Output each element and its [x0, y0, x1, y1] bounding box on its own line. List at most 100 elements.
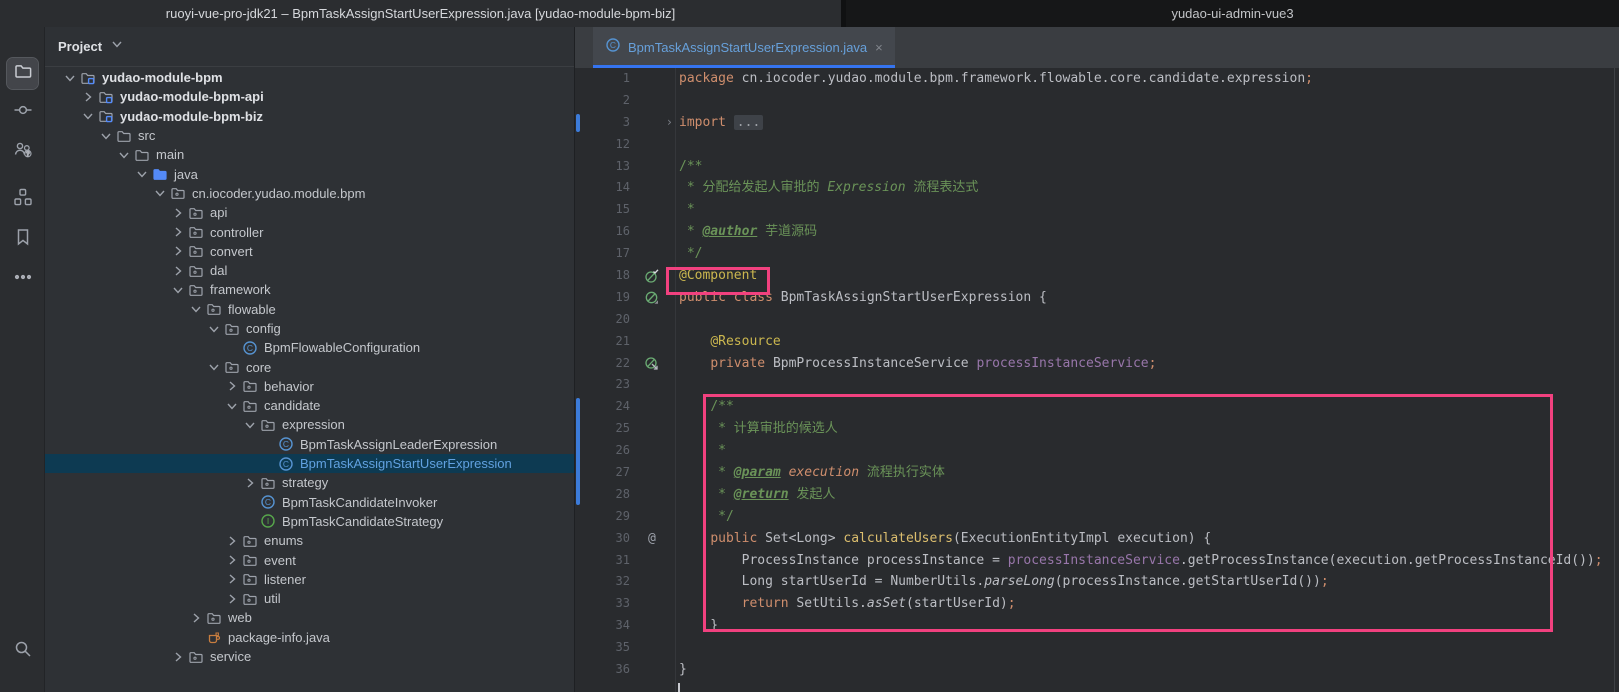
code-line-24[interactable]: 24 /**	[575, 396, 1619, 418]
tree-item-expression[interactable]: expression	[45, 415, 574, 434]
code-line-32[interactable]: 32 Long startUserId = NumberUtils.parseL…	[575, 571, 1619, 593]
chevron-down-icon[interactable]	[114, 147, 134, 163]
activity-structure-button[interactable]	[7, 184, 38, 215]
tree-item-java[interactable]: java	[45, 164, 574, 183]
code-line-16[interactable]: 16 * @author 芋道源码	[575, 221, 1619, 243]
chevron-down-icon[interactable]	[96, 128, 116, 144]
tree-item-bpmtaskassignstartuserexpression[interactable]: CBpmTaskAssignStartUserExpression	[45, 454, 574, 473]
code-line-19[interactable]: 19public class BpmTaskAssignStartUserExp…	[575, 287, 1619, 309]
code-line-15[interactable]: 15 *	[575, 199, 1619, 221]
tree-item-candidate[interactable]: candidate	[45, 396, 574, 415]
tab-bpm-task-assign-start-user-expression[interactable]: C BpmTaskAssignStartUserExpression.java …	[593, 27, 895, 68]
chevron-right-icon[interactable]	[222, 378, 242, 394]
tree-item-event[interactable]: event	[45, 550, 574, 569]
code-line-26[interactable]: 26 *	[575, 440, 1619, 462]
activity-collaboration-button[interactable]: ?	[7, 136, 38, 167]
code-line-20[interactable]: 20	[575, 309, 1619, 331]
chevron-down-icon[interactable]	[168, 282, 188, 298]
tree-item-package-info-java[interactable]: package-info.java	[45, 628, 574, 647]
tree-item-web[interactable]: web	[45, 608, 574, 627]
code-line-25[interactable]: 25 * 计算审批的候选人	[575, 418, 1619, 440]
tree-item-bpmtaskcandidatestrategy[interactable]: IBpmTaskCandidateStrategy	[45, 512, 574, 531]
chevron-right-icon[interactable]	[222, 591, 242, 607]
override-at-icon[interactable]: @	[648, 528, 656, 550]
tree-item-strategy[interactable]: strategy	[45, 473, 574, 492]
chevron-down-icon[interactable]	[222, 398, 242, 414]
tree-item-core[interactable]: core	[45, 357, 574, 376]
tree-item-main[interactable]: main	[45, 145, 574, 164]
editor-scrollbar-track[interactable]	[1614, 68, 1615, 692]
tree-item-controller[interactable]: controller	[45, 222, 574, 241]
code-line-30[interactable]: 30@ public Set<Long> calculateUsers(Exec…	[575, 528, 1619, 550]
code-line-35[interactable]: 35	[575, 637, 1619, 659]
code-line-36[interactable]: 36}	[575, 659, 1619, 681]
code-line-23[interactable]: 23	[575, 374, 1619, 396]
chevron-down-icon[interactable]	[150, 185, 170, 201]
chevron-right-icon[interactable]	[168, 243, 188, 259]
tree-item-service[interactable]: service	[45, 647, 574, 666]
line-number: 1	[575, 68, 630, 90]
chevron-down-icon[interactable]	[186, 301, 206, 317]
tree-item-yudao-module-bpm[interactable]: yudao-module-bpm	[45, 68, 574, 87]
chevron-down-icon[interactable]	[240, 417, 260, 433]
code-line-17[interactable]: 17 */	[575, 243, 1619, 265]
code-line-2[interactable]: 2	[575, 90, 1619, 112]
chevron-right-icon[interactable]	[222, 552, 242, 568]
tree-item-cn-iocoder-yudao-module-bpm[interactable]: cn.iocoder.yudao.module.bpm	[45, 184, 574, 203]
code-line-12[interactable]: 12	[575, 134, 1619, 156]
chevron-down-icon[interactable]	[204, 321, 224, 337]
activity-bookmarks-button[interactable]	[7, 224, 38, 255]
chevron-down-icon[interactable]	[204, 359, 224, 375]
tree-item-behavior[interactable]: behavior	[45, 377, 574, 396]
tree-item-bpmflowableconfiguration[interactable]: CBpmFlowableConfiguration	[45, 338, 574, 357]
code-line-22[interactable]: 22 private BpmProcessInstanceService pro…	[575, 353, 1619, 375]
code-line-27[interactable]: 27 * @param execution 流程执行实体	[575, 462, 1619, 484]
chevron-down-icon[interactable]	[78, 108, 98, 124]
tree-item-bpmtaskcandidateinvoker[interactable]: CBpmTaskCandidateInvoker	[45, 493, 574, 512]
chevron-right-icon[interactable]	[168, 205, 188, 221]
activity-commit-button[interactable]	[7, 97, 38, 128]
tree-item-config[interactable]: config	[45, 319, 574, 338]
close-icon[interactable]: ×	[875, 40, 883, 55]
chevron-down-icon[interactable]	[132, 166, 152, 182]
code-line-1[interactable]: 1package cn.iocoder.yudao.module.bpm.fra…	[575, 68, 1619, 90]
chevron-right-icon[interactable]	[186, 610, 206, 626]
tree-item-src[interactable]: src	[45, 126, 574, 145]
fold-arrow-icon[interactable]: ›	[666, 112, 673, 134]
tree-item-convert[interactable]: convert	[45, 242, 574, 261]
code-line-31[interactable]: 31 ProcessInstance processInstance = pro…	[575, 550, 1619, 572]
project-panel-header[interactable]: Project	[45, 27, 574, 67]
code-line-3[interactable]: 3›import ...	[575, 112, 1619, 134]
code-line-18[interactable]: 18@Component	[575, 265, 1619, 287]
tree-item-api[interactable]: api	[45, 203, 574, 222]
code-line-34[interactable]: 34 }	[575, 615, 1619, 637]
tree-item-bpmtaskassignleaderexpression[interactable]: CBpmTaskAssignLeaderExpression	[45, 435, 574, 454]
activity-search-everywhere-button[interactable]	[7, 636, 38, 667]
chevron-down-icon[interactable]	[109, 36, 125, 57]
code-editor[interactable]: 1package cn.iocoder.yudao.module.bpm.fra…	[575, 68, 1619, 692]
tree-item-enums[interactable]: enums	[45, 531, 574, 550]
code-line-13[interactable]: 13/**	[575, 156, 1619, 178]
tree-item-flowable[interactable]: flowable	[45, 300, 574, 319]
chevron-right-icon[interactable]	[240, 475, 260, 491]
chevron-right-icon[interactable]	[168, 224, 188, 240]
chevron-right-icon[interactable]	[168, 263, 188, 279]
chevron-down-icon[interactable]	[60, 70, 80, 86]
tree-item-util[interactable]: util	[45, 589, 574, 608]
tree-item-yudao-module-bpm-api[interactable]: yudao-module-bpm-api	[45, 87, 574, 106]
code-line-21[interactable]: 21 @Resource	[575, 331, 1619, 353]
tree-item-listener[interactable]: listener	[45, 570, 574, 589]
chevron-right-icon[interactable]	[168, 649, 188, 665]
activity-more-tool-windows-button[interactable]	[7, 264, 38, 295]
code-line-29[interactable]: 29 */	[575, 506, 1619, 528]
tree-item-framework[interactable]: framework	[45, 280, 574, 299]
activity-project-button[interactable]	[7, 58, 38, 89]
chevron-right-icon[interactable]	[222, 571, 242, 587]
chevron-right-icon[interactable]	[222, 533, 242, 549]
code-line-33[interactable]: 33 return SetUtils.asSet(startUserId);	[575, 593, 1619, 615]
code-line-14[interactable]: 14 * 分配给发起人审批的 Expression 流程表达式	[575, 177, 1619, 199]
tree-item-yudao-module-bpm-biz[interactable]: yudao-module-bpm-biz	[45, 107, 574, 126]
tree-item-dal[interactable]: dal	[45, 261, 574, 280]
code-line-28[interactable]: 28 * @return 发起人	[575, 484, 1619, 506]
chevron-right-icon[interactable]	[78, 89, 98, 105]
